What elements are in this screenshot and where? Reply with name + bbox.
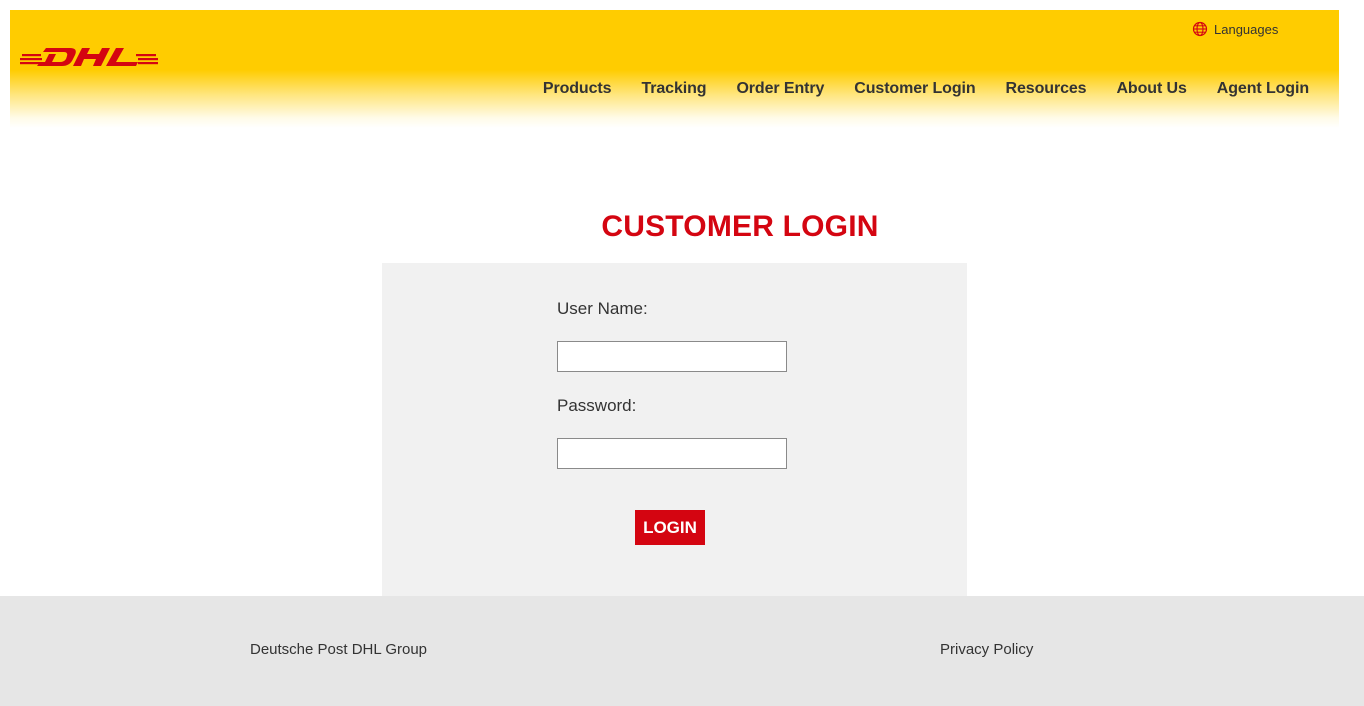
- password-input[interactable]: [557, 438, 787, 469]
- username-input[interactable]: [557, 341, 787, 372]
- footer-link-dpdhl-group[interactable]: Deutsche Post DHL Group: [250, 641, 427, 658]
- site-header: Languages Products Tracking Order Entry …: [10, 10, 1339, 128]
- nav-products[interactable]: Products: [543, 80, 612, 98]
- page-title: CUSTOMER LOGIN: [601, 210, 879, 243]
- nav-about-us[interactable]: About Us: [1116, 80, 1186, 98]
- nav-tracking[interactable]: Tracking: [641, 80, 706, 98]
- nav-customer-login[interactable]: Customer Login: [854, 80, 975, 98]
- dhl-logo-icon: [20, 48, 158, 66]
- nav-order-entry[interactable]: Order Entry: [736, 80, 824, 98]
- username-label: User Name:: [557, 299, 648, 318]
- login-panel: User Name: Password: LOGIN: [382, 263, 967, 596]
- login-button[interactable]: LOGIN: [635, 510, 705, 545]
- dhl-logo[interactable]: [20, 44, 158, 70]
- languages-selector[interactable]: Languages: [1192, 21, 1278, 37]
- nav-agent-login[interactable]: Agent Login: [1217, 80, 1309, 98]
- nav-resources[interactable]: Resources: [1006, 80, 1087, 98]
- password-label: Password:: [557, 396, 637, 415]
- site-footer: Deutsche Post DHL Group Privacy Policy: [0, 596, 1364, 706]
- globe-icon: [1192, 21, 1208, 37]
- main-nav: Products Tracking Order Entry Customer L…: [543, 80, 1309, 98]
- footer-link-privacy-policy[interactable]: Privacy Policy: [940, 641, 1033, 658]
- languages-label: Languages: [1214, 21, 1279, 37]
